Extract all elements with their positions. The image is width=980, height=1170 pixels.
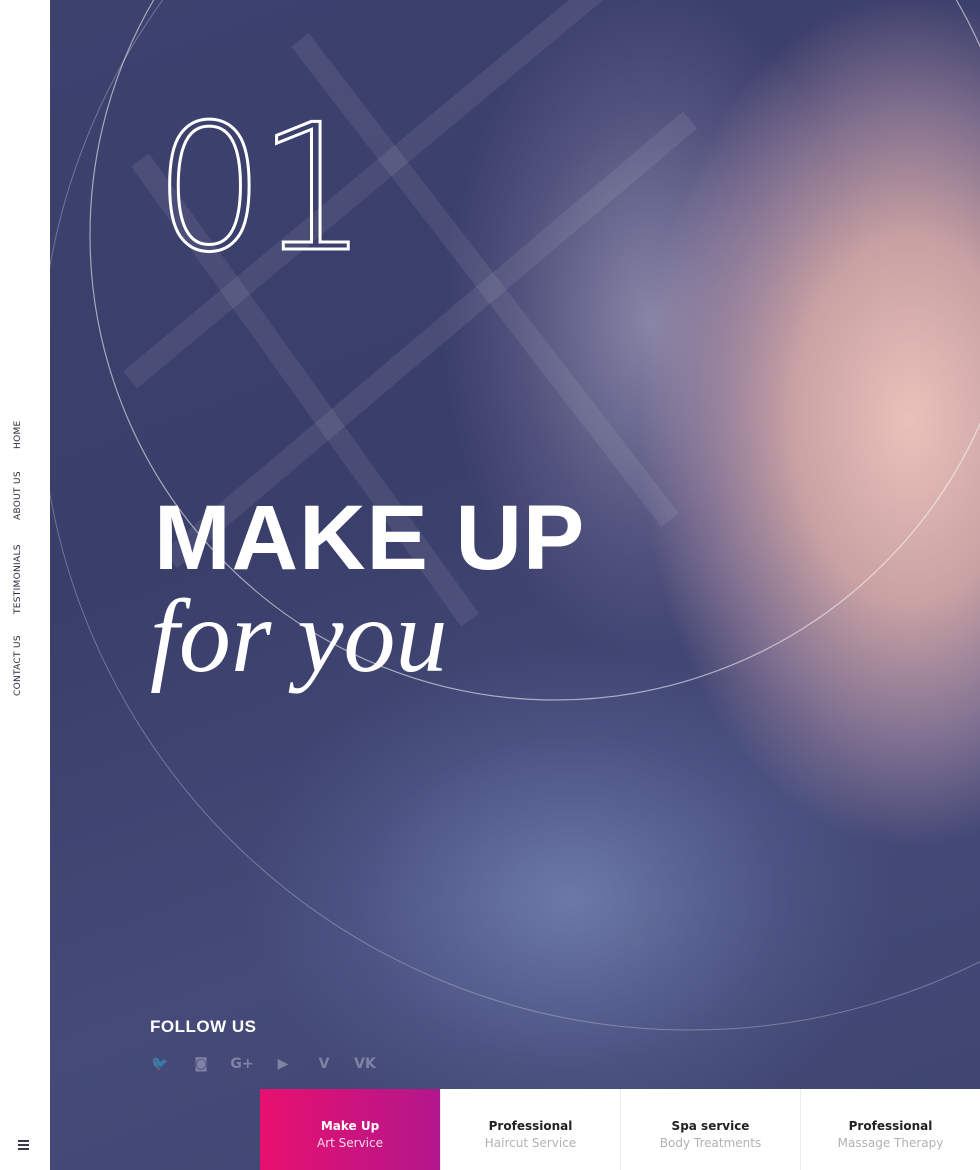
nav-home[interactable]: HOME bbox=[13, 415, 37, 455]
service-haircut[interactable]: Professional Haircut Service bbox=[440, 1089, 620, 1170]
sidebar-nav: HOME ABOUT US TESTIMONIALS CONTACT US bbox=[13, 415, 37, 700]
nav-testimonials[interactable]: TESTIMONIALS bbox=[13, 539, 37, 619]
instagram-icon[interactable]: ◙ bbox=[190, 1053, 212, 1075]
nav-about-us[interactable]: ABOUT US bbox=[13, 467, 37, 525]
service-subtitle: Art Service bbox=[316, 1136, 383, 1150]
sidebar: HOME ABOUT US TESTIMONIALS CONTACT US bbox=[0, 0, 50, 1170]
twitter-icon[interactable]: 🐦 bbox=[149, 1053, 171, 1075]
service-title: Professional bbox=[488, 1119, 573, 1133]
follow-us-label: FOLLOW US bbox=[150, 1017, 257, 1036]
service-spa[interactable]: Spa service Body Treatments bbox=[620, 1089, 800, 1170]
hamburger-menu-icon[interactable] bbox=[17, 1140, 31, 1154]
hero-section: 01 MAKE UP for you FOLLOW US 🐦 ◙ G+ ▶ V … bbox=[50, 0, 980, 1170]
services-bar: Make Up Art Service Professional Haircut… bbox=[260, 1089, 980, 1170]
service-title: Make Up bbox=[320, 1119, 380, 1133]
service-subtitle: Body Treatments bbox=[659, 1136, 762, 1150]
hero-subheadline: for you bbox=[150, 579, 448, 694]
google-plus-icon[interactable]: G+ bbox=[230, 1053, 253, 1075]
service-make-up[interactable]: Make Up Art Service bbox=[260, 1089, 440, 1170]
slide-number: 01 bbox=[153, 88, 371, 291]
service-title: Professional bbox=[848, 1119, 933, 1133]
hero-headline: MAKE UP bbox=[154, 487, 586, 589]
service-massage[interactable]: Professional Massage Therapy bbox=[800, 1089, 980, 1170]
service-subtitle: Massage Therapy bbox=[837, 1136, 944, 1150]
youtube-icon[interactable]: ▶ bbox=[272, 1053, 294, 1075]
nav-contact-us[interactable]: CONTACT US bbox=[13, 632, 37, 700]
social-links: 🐦 ◙ G+ ▶ V VK bbox=[149, 1053, 376, 1075]
vk-icon[interactable]: VK bbox=[354, 1053, 376, 1075]
service-subtitle: Haircut Service bbox=[484, 1136, 577, 1150]
service-title: Spa service bbox=[671, 1119, 750, 1133]
vimeo-icon[interactable]: V bbox=[313, 1053, 335, 1075]
